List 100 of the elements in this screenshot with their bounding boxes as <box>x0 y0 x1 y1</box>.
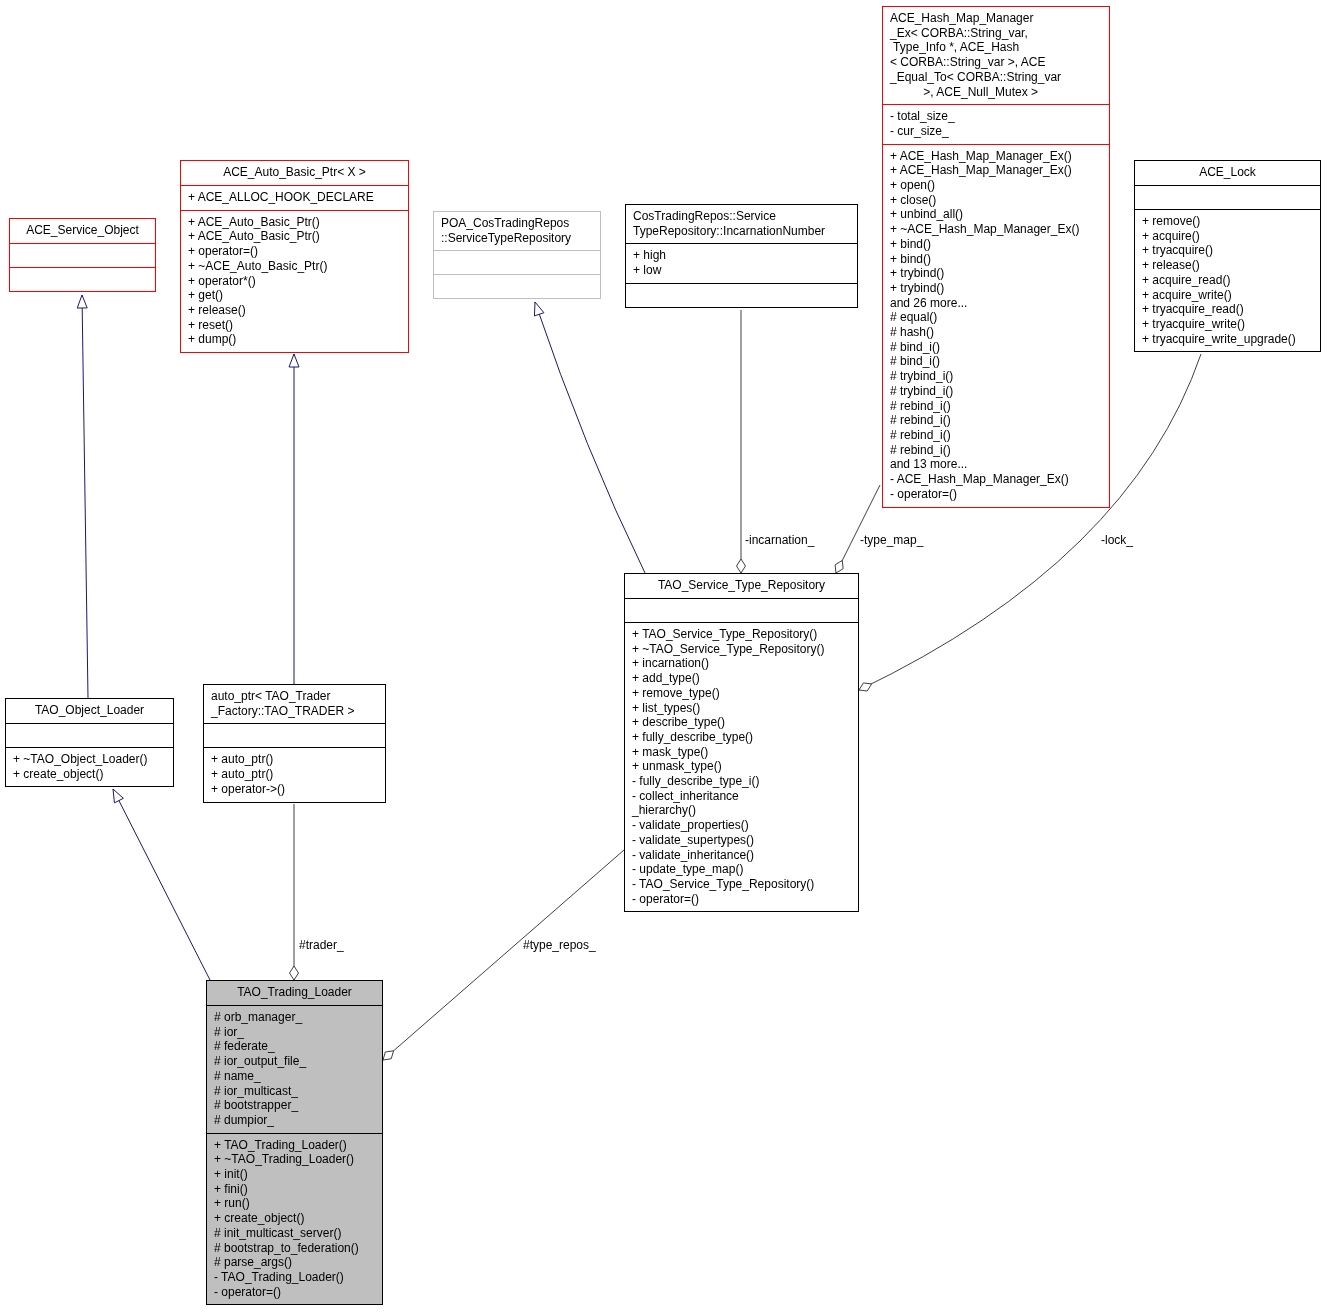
role-label: #type_repos_ <box>523 938 596 952</box>
method-text: - collect_inheritance <box>632 788 740 804</box>
method-text: + operator->() <box>211 781 287 797</box>
method-text: + bind() <box>890 236 933 252</box>
attribute-text: # dumpior_ <box>214 1112 276 1128</box>
class-title: _Ex< CORBA::String_var, <box>890 25 1029 41</box>
attribute-text: # federate_ <box>214 1039 276 1055</box>
class-title: _Factory::TAO_TRADER > <box>211 703 356 719</box>
attribute-text: - total_size_ <box>890 109 956 124</box>
method-text: + TAO_Trading_Loader() <box>214 1137 348 1153</box>
method-text: + remove_type() <box>632 685 721 701</box>
method-text: + bind() <box>890 251 933 267</box>
class-title: < CORBA::String_var >, ACE <box>890 55 1047 70</box>
method-text: # rebind_i() <box>890 413 952 428</box>
attribute-text: + high <box>633 248 668 264</box>
attribute-text: + ACE_ALLOC_HOOK_DECLARE <box>188 190 375 205</box>
method-text: - ACE_Hash_Map_Manager_Ex() <box>890 472 1070 487</box>
method-text: # bind_i() <box>890 339 942 355</box>
method-text: + fully_describe_type() <box>632 729 755 745</box>
class-title: _Equal_To< CORBA::String_var <box>890 69 1063 85</box>
attribute-text: # ior_output_file_ <box>214 1054 308 1069</box>
method-text: and 26 more... <box>890 295 969 311</box>
method-text: + reset() <box>188 317 234 333</box>
method-text: + dump() <box>188 332 238 348</box>
method-text: + create_object() <box>13 766 105 782</box>
method-text: # rebind_i() <box>890 428 952 443</box>
method-text: + mask_type() <box>632 744 710 760</box>
method-text: + close() <box>890 192 938 208</box>
method-text: + ~ACE_Auto_Basic_Ptr() <box>188 258 329 274</box>
method-text: + acquire_read() <box>1142 272 1232 288</box>
method-text: + init() <box>214 1167 249 1182</box>
method-text: + get() <box>188 288 224 303</box>
class-title: CosTradingRepos::Service <box>633 209 777 224</box>
class-title: ACE_Service_Object <box>25 223 140 238</box>
method-text: + ~TAO_Object_Loader() <box>13 752 149 767</box>
method-text: + auto_ptr() <box>211 767 275 782</box>
method-text: + remove() <box>1142 214 1202 229</box>
method-text: + create_object() <box>214 1211 306 1226</box>
method-text: + operator*() <box>188 273 257 289</box>
attribute-text: # orb_manager_ <box>214 1010 304 1025</box>
attribute-text: # bootstrapper_ <box>214 1098 300 1113</box>
class-title: TAO_Service_Type_Repository <box>656 578 827 593</box>
method-text: + ~TAO_Trading_Loader() <box>214 1152 356 1168</box>
method-text: # rebind_i() <box>890 398 952 414</box>
method-text: + operator=() <box>188 244 260 259</box>
method-text: + run() <box>214 1196 251 1212</box>
method-text: + release() <box>1142 258 1201 273</box>
method-text: # bind_i() <box>890 354 942 370</box>
attribute-text: # name_ <box>214 1068 262 1084</box>
role-label: -incarnation_ <box>745 533 815 547</box>
role-label: #trader_ <box>299 938 344 952</box>
class-title: TAO_Trading_Loader <box>236 985 353 1000</box>
method-text: - operator=() <box>632 891 701 907</box>
method-text: + acquire() <box>1142 228 1201 244</box>
method-text: - TAO_Trading_Loader() <box>214 1269 345 1285</box>
attribute-text: - cur_size_ <box>890 123 950 139</box>
class-title: >, ACE_Null_Mutex > <box>922 84 1040 100</box>
method-text: _hierarchy() <box>632 803 698 819</box>
method-text: # init_multicast_server() <box>214 1225 343 1241</box>
method-text: + tryacquire_read() <box>1142 302 1245 317</box>
class-title: ACE_Hash_Map_Manager <box>890 11 1035 26</box>
method-text: + ACE_Hash_Map_Manager_Ex() <box>890 163 1073 179</box>
method-text: + unbind_all() <box>890 207 965 223</box>
method-text: + describe_type() <box>632 715 727 730</box>
method-text: - validate_inheritance() <box>632 847 756 863</box>
method-text: + release() <box>188 302 247 318</box>
method-text: - TAO_Service_Type_Repository() <box>632 876 816 892</box>
method-text: - fully_describe_type_i() <box>632 774 761 789</box>
method-text: # trybind_i() <box>890 383 955 399</box>
class-title: Type_Info *, ACE_Hash <box>892 40 1021 56</box>
method-text: # hash() <box>890 325 936 340</box>
class-title: ACE_Lock <box>1198 165 1257 180</box>
method-text: + unmask_type() <box>632 759 723 775</box>
attribute-text: # ior_multicast_ <box>214 1083 300 1099</box>
method-text: # parse_args() <box>214 1255 294 1270</box>
class-title: auto_ptr< TAO_Trader <box>211 689 332 704</box>
method-text: + ACE_Auto_Basic_Ptr() <box>188 229 321 245</box>
class-title: ::ServiceTypeRepository <box>441 230 573 246</box>
method-text: + add_type() <box>632 671 701 686</box>
method-text: + TAO_Service_Type_Repository() <box>632 627 819 642</box>
method-text: + ACE_Hash_Map_Manager_Ex() <box>890 148 1073 164</box>
method-text: - operator=() <box>890 486 959 502</box>
class-title: TypeRepository::IncarnationNumber <box>633 223 827 239</box>
class-title: POA_CosTradingRepos <box>441 216 571 231</box>
method-text: - update_type_map() <box>632 862 745 877</box>
method-text: + ACE_Auto_Basic_Ptr() <box>188 214 321 230</box>
class-title: TAO_Object_Loader <box>33 703 146 718</box>
method-text: + tryacquire() <box>1142 243 1215 259</box>
method-text: + open() <box>890 178 937 193</box>
attribute-text: # ior_ <box>214 1024 246 1040</box>
attribute-text: + low <box>633 263 663 278</box>
method-text: + incarnation() <box>632 656 711 672</box>
method-text: - operator=() <box>214 1284 283 1300</box>
method-text: + fini() <box>214 1181 249 1197</box>
method-text: # equal() <box>890 310 939 326</box>
method-text: + tryacquire_write_upgrade() <box>1142 331 1297 347</box>
role-label: -lock_ <box>1101 533 1133 547</box>
method-text: # bootstrap_to_federation() <box>214 1240 360 1256</box>
role-label: -type_map_ <box>860 533 924 547</box>
method-text: - validate_properties() <box>632 818 750 833</box>
